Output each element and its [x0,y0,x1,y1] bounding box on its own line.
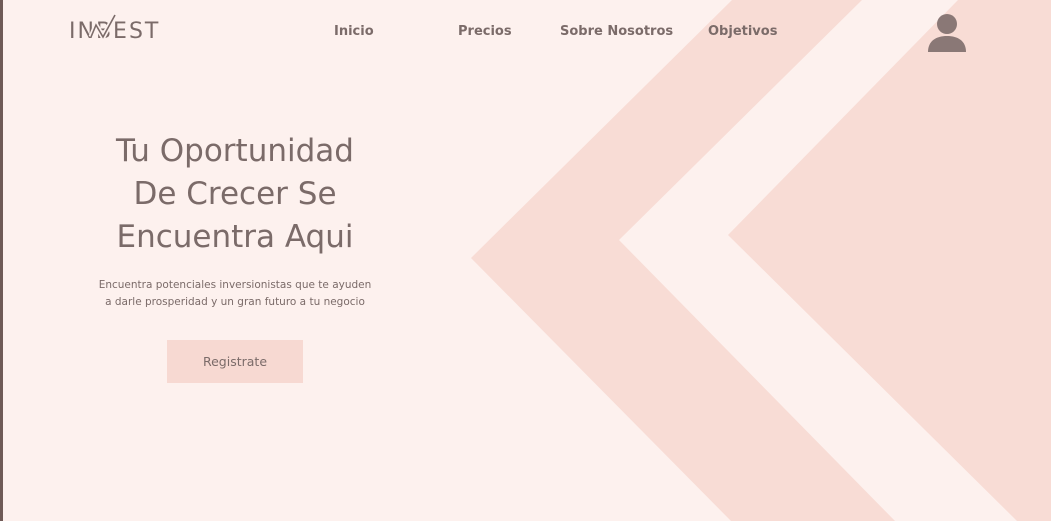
hero-subtitle-line-1: Encuentra potenciales inversionistas que… [98,279,372,291]
brand-logo[interactable]: INBEST [69,13,160,47]
hero-title-line-3: Encuentra Aqui [116,219,354,255]
hero-section: Tu Oportunidad De Crecer Se Encuentra Aq… [60,130,410,311]
window-left-edge [0,0,3,521]
hero-title: Tu Oportunidad De Crecer Se Encuentra Aq… [60,130,410,259]
nav-link-objetivos[interactable]: Objetivos [708,24,777,39]
user-icon [928,14,966,52]
nav-link-sobre-nosotros[interactable]: Sobre Nosotros [560,24,673,39]
nav-link-inicio[interactable]: Inicio [334,24,374,39]
hero-subtitle: Encuentra potenciales inversionistas que… [95,277,375,311]
user-account-button[interactable] [925,13,969,55]
hero-subtitle-line-2: a darle prosperidad y un gran futuro a t… [105,296,365,308]
logo-checkmark-icon [88,13,118,43]
nav-link-precios[interactable]: Precios [458,24,512,39]
hero-title-line-1: Tu Oportunidad [116,133,354,169]
top-navigation: INBEST Inicio Precios Sobre Nosotros Obj… [0,0,1051,70]
hero-title-line-2: De Crecer Se [133,176,337,212]
register-button[interactable]: Registrate [167,340,303,383]
